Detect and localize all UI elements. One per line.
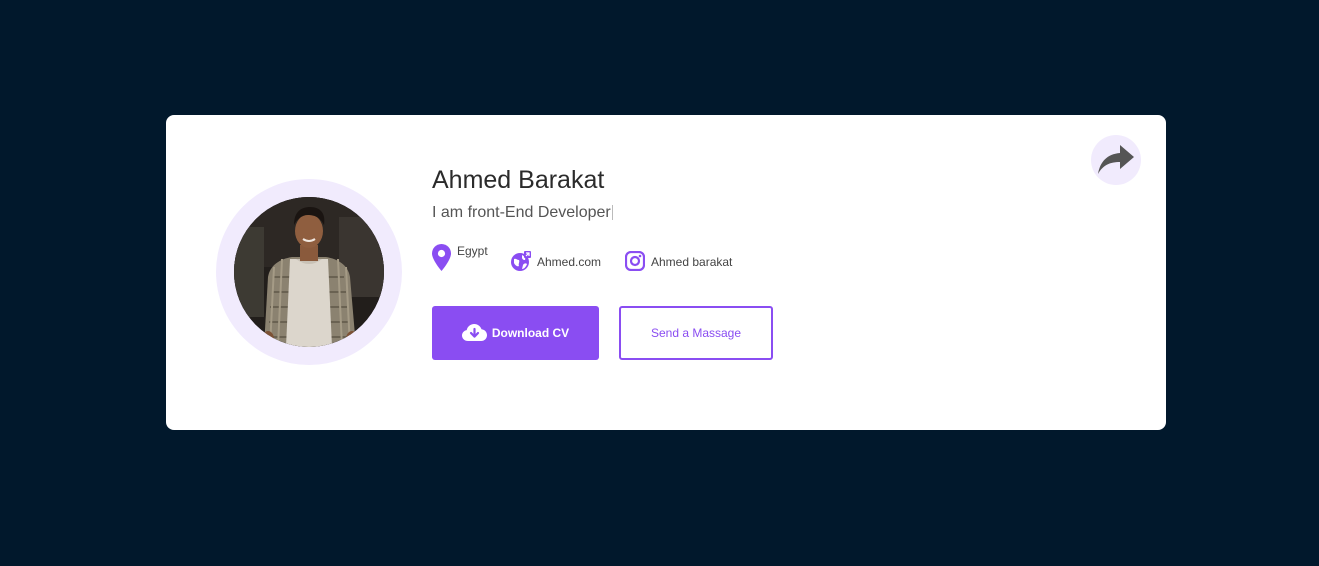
share-arrow-icon	[1098, 145, 1134, 174]
send-message-button[interactable]: Send a Massage	[619, 306, 773, 360]
profile-role-text: I am front-End Developer	[432, 204, 611, 221]
contact-instagram[interactable]: Ahmed barakat	[625, 251, 732, 271]
profile-name: Ahmed Barakat	[432, 166, 605, 194]
contact-location-label: Egypt	[457, 243, 488, 258]
share-button[interactable]	[1091, 135, 1141, 185]
contact-website[interactable]: Ahmed.com	[511, 251, 601, 271]
contact-list: Egypt Ahmed.com Ahmed barakat	[432, 244, 772, 274]
action-buttons: Download CV Send a Massage	[432, 306, 792, 360]
cloud-download-icon	[461, 324, 487, 341]
contact-instagram-label[interactable]: Ahmed barakat	[651, 255, 732, 269]
contact-location: Egypt	[432, 244, 488, 271]
avatar-ring	[216, 179, 402, 365]
profile-role: I am front-End Developer	[432, 203, 613, 223]
profile-card: Ahmed Barakat I am front-End Developer E…	[166, 115, 1166, 430]
download-cv-label: Download CV	[491, 326, 570, 340]
typing-caret	[611, 205, 613, 221]
send-message-label: Send a Massage	[650, 326, 742, 340]
download-cv-button[interactable]: Download CV	[432, 306, 599, 360]
globe-icon	[511, 251, 531, 271]
profile-info: Ahmed Barakat I am front-End Developer E…	[432, 165, 773, 360]
avatar-photo	[234, 197, 384, 347]
contact-website-label[interactable]: Ahmed.com	[537, 255, 601, 269]
map-pin-icon	[432, 244, 451, 271]
avatar	[234, 197, 384, 347]
instagram-icon	[625, 251, 645, 271]
